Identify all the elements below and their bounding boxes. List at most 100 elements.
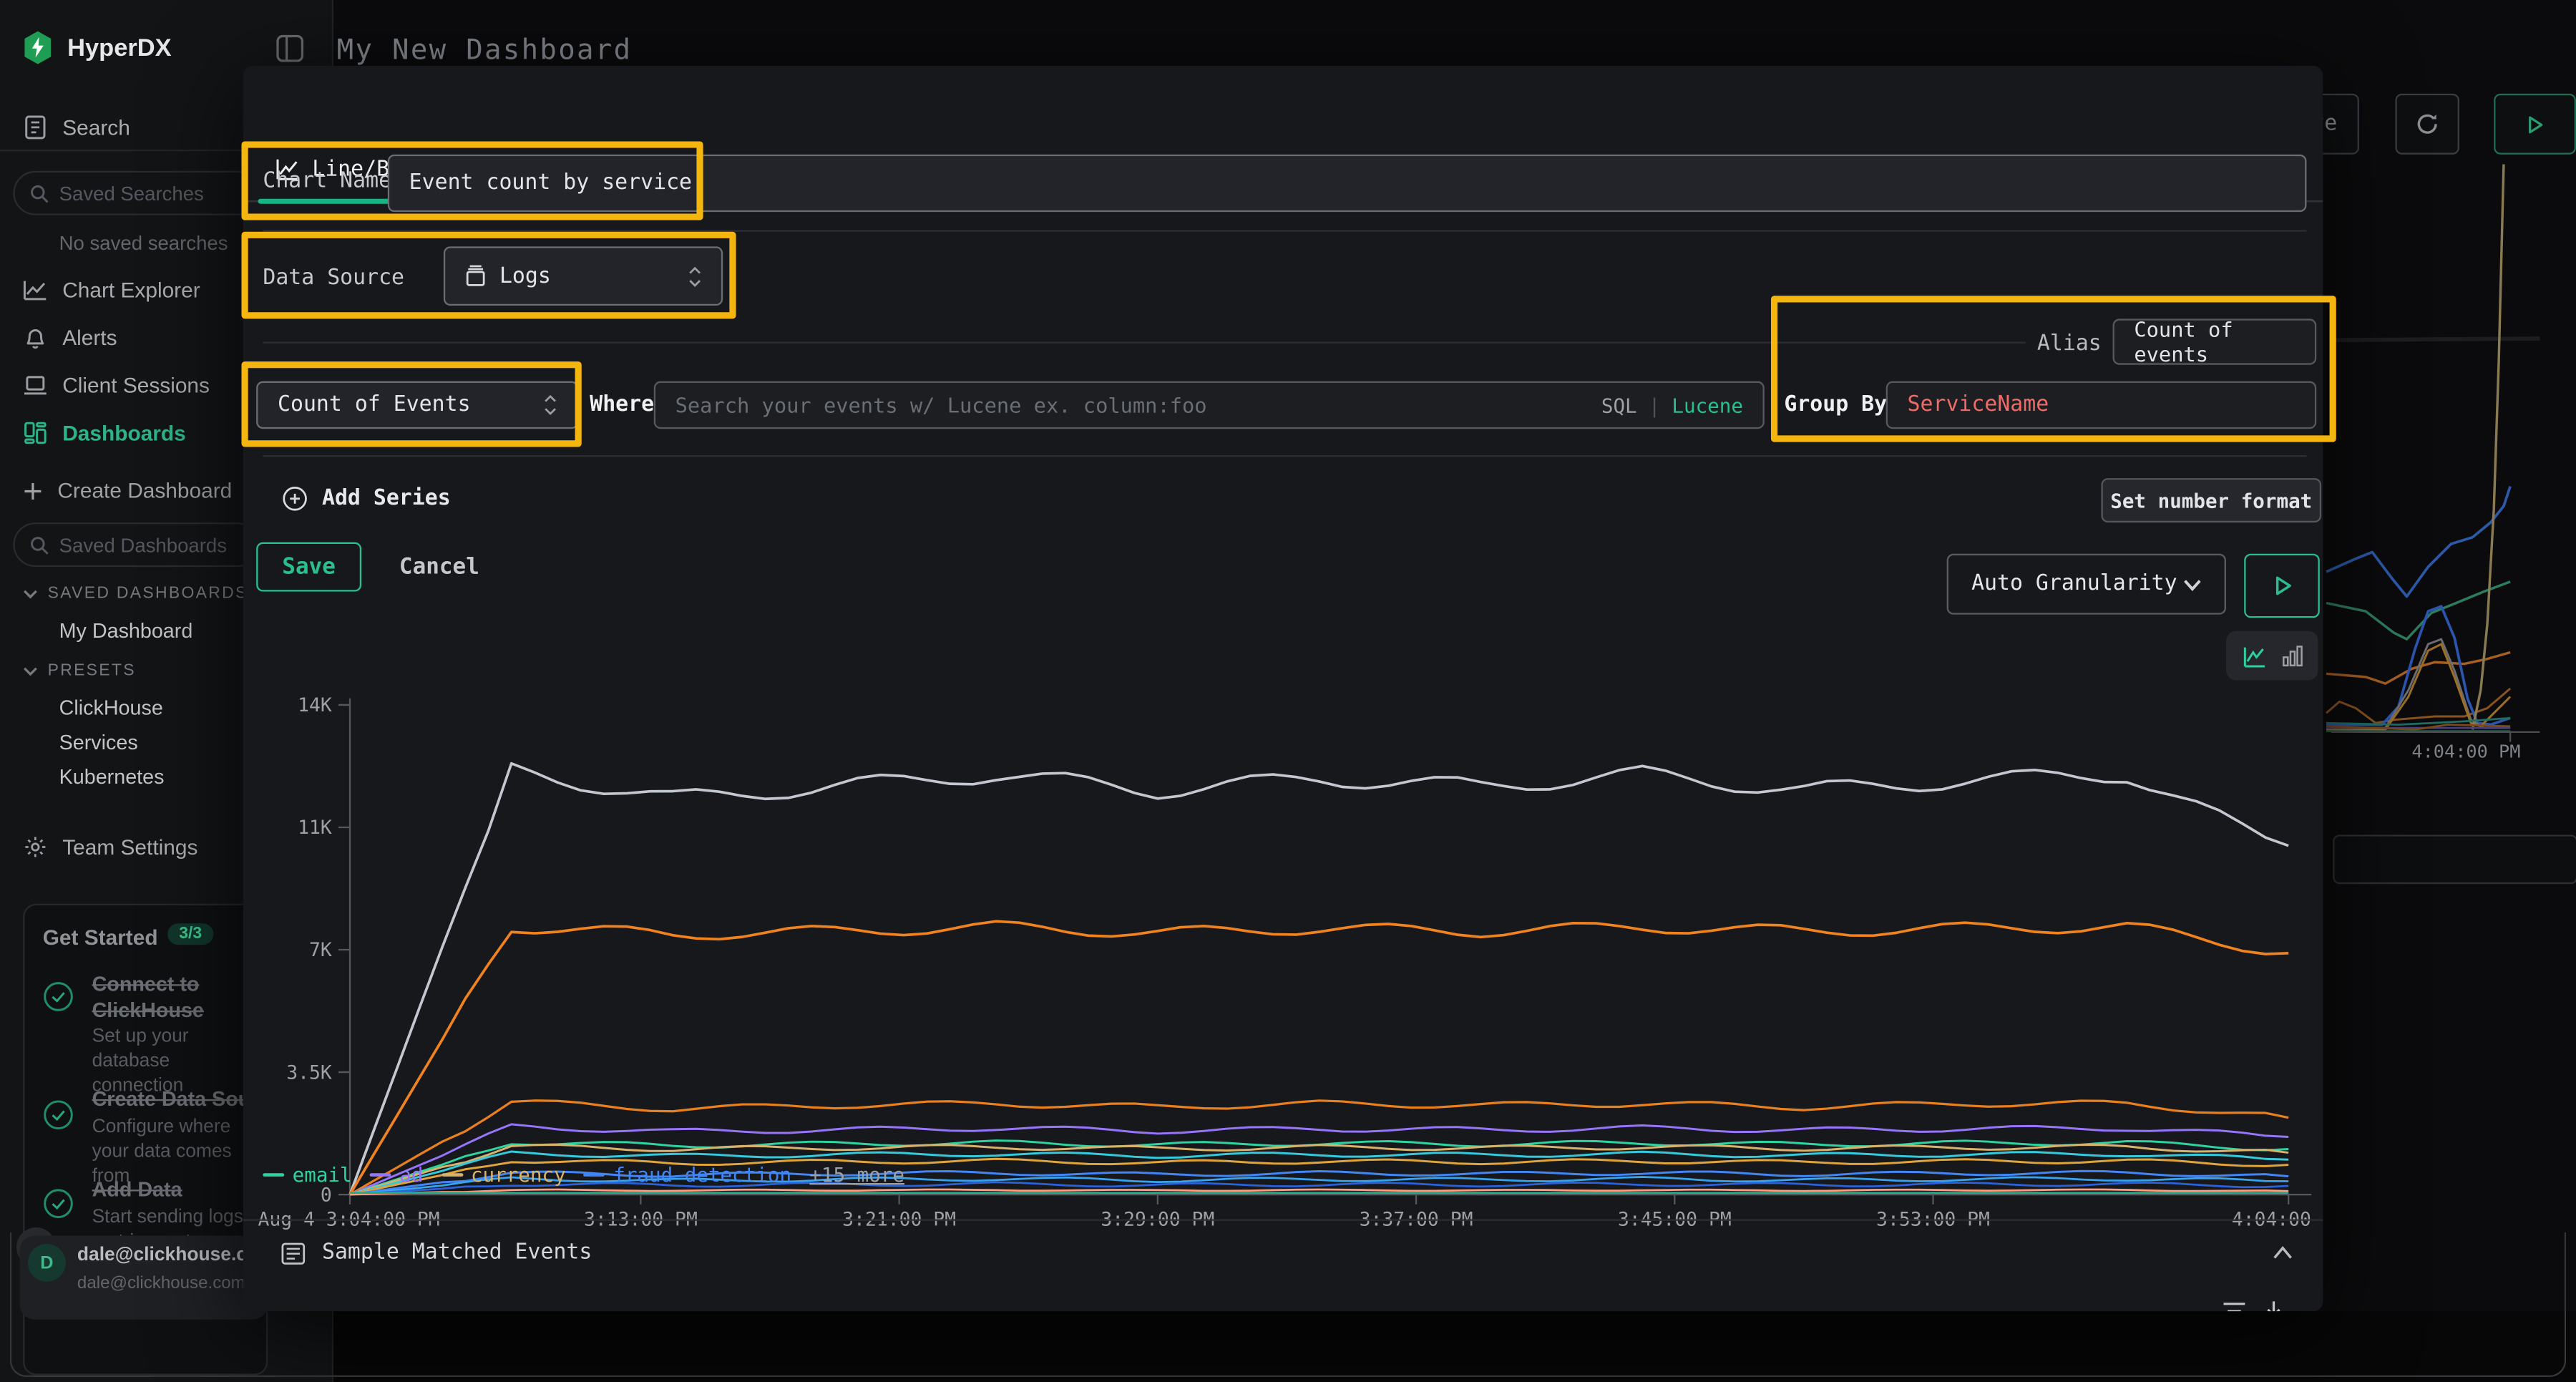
database-icon [465,265,487,288]
download-icon[interactable] [2262,1300,2285,1311]
lucene-mode-toggle[interactable]: Lucene [1672,394,1743,417]
event-count-line-chart: 03.5K7K11K14KAug 4 3:04:00 PM3:13:00 PM3… [243,624,2323,1232]
presets-section-label: PRESETS [48,662,136,680]
saved-searches-placeholder: Saved Searches [59,182,204,205]
hyperdx-logo-icon [23,31,52,64]
filter-icon[interactable] [2221,1300,2248,1311]
create-dashboard-button[interactable]: Create Dashboard [23,478,232,502]
chart-explorer-icon [23,278,47,302]
chart-name-input[interactable]: Event count by service [388,155,2307,212]
check-circle-icon [43,1099,74,1131]
sidebar-chart-explorer-label: Chart Explorer [62,278,200,302]
chart-legend: email ad currency fraud-detection +15 mo… [263,1163,904,1186]
where-search-input[interactable]: Search your events w/ Lucene ex. column:… [654,381,1765,429]
run-query-button[interactable] [2244,554,2320,618]
plus-circle-icon [283,487,307,511]
legend-item[interactable]: email [263,1163,351,1186]
refresh-button[interactable] [2395,94,2459,155]
legend-item[interactable]: currency [441,1163,566,1186]
group-by-label: Group By [1784,393,1887,417]
background-play-button[interactable] [2494,94,2576,155]
legend-label: email [293,1163,352,1186]
user-menu[interactable]: D dale@clickhouse.c dale@clickhouse.com'… [20,1236,268,1320]
sidebar-item-team-settings[interactable]: Team Settings [23,834,197,859]
chevron-down-icon [23,587,38,602]
row-divider [263,230,2306,231]
data-source-label: Data Source [263,266,404,291]
set-number-format-label: Set number format [2110,489,2312,512]
data-source-value: Logs [499,263,551,288]
aggregation-value: Count of Events [278,393,471,417]
series-divider [263,342,2026,344]
group-by-input[interactable]: ServiceName [1886,381,2317,429]
sidebar-item-services[interactable]: Services [59,731,138,754]
presets-section-header[interactable]: PRESETS [23,662,136,680]
get-started-title: Get Started [43,925,158,950]
background-time-input[interactable] [2333,834,2576,884]
chart-name-value: Event count by service [409,171,692,195]
chevron-down-icon [23,664,38,679]
brand: HyperDX [23,31,171,64]
sample-matched-events-header[interactable]: Sample Matched Events [281,1240,592,1265]
collapse-section-icon[interactable] [2272,1245,2293,1260]
where-placeholder: Search your events w/ Lucene ex. column:… [675,393,1207,417]
sidebar-item-my-dashboard[interactable]: My Dashboard [59,620,193,643]
set-number-format-button[interactable]: Set number format [2101,478,2321,522]
select-updown-icon [688,266,701,287]
sidebar-item-dashboards[interactable]: Dashboards [23,421,186,445]
saved-searches-input[interactable]: Saved Searches [13,171,259,215]
sql-mode-toggle[interactable]: SQL [1601,394,1637,417]
sidebar-client-sessions-label: Client Sessions [62,373,210,397]
add-series-button[interactable]: Add Series [283,487,451,511]
play-icon [2525,115,2545,135]
granularity-select[interactable]: Auto Granularity [1947,554,2226,615]
search-icon [29,183,49,203]
sidebar-team-settings-label: Team Settings [62,834,197,859]
legend-item[interactable]: ad [370,1163,424,1186]
sidebar-item-alerts[interactable]: Alerts [23,326,117,350]
saved-dashboards-section-label: SAVED DASHBOARDS [48,585,248,603]
app-root: My New Dashboard Save 4:04:00 PM HyperDX [0,0,2576,1382]
save-button[interactable]: Save [256,542,361,592]
avatar: D [28,1244,66,1282]
legend-dash [441,1173,463,1177]
svg-text:0: 0 [321,1184,332,1206]
page-bottom-strip [333,1311,2576,1382]
cancel-button[interactable]: Cancel [399,554,479,580]
saved-dashboards-section-header[interactable]: SAVED DASHBOARDS [23,585,248,603]
laptop-icon [23,373,47,397]
legend-dash [584,1173,605,1177]
alias-input[interactable]: Count of events [2113,318,2317,364]
data-source-select[interactable]: Logs [444,246,723,306]
chevron-down-icon [2183,578,2201,590]
select-updown-icon [544,394,557,416]
collapse-sidebar-icon[interactable] [276,34,304,62]
saved-dashboards-input[interactable]: Saved Dashboards [13,522,259,567]
sidebar-item-kubernetes[interactable]: Kubernetes [59,766,165,789]
get-started-item-title[interactable]: Connect to ClickHouse [92,971,257,1023]
legend-item[interactable]: fraud-detection [584,1163,791,1186]
legend-more-link[interactable]: +15 more [809,1163,904,1186]
background-line-chart [2323,148,2576,772]
get-started-item-title[interactable]: Create Data Source [92,1086,268,1113]
search-icon [29,535,49,555]
dashboards-icon [23,421,47,445]
no-saved-searches-text: No saved searches [59,232,228,255]
get-started-item-title[interactable]: Add Data [92,1177,257,1203]
sidebar-item-search[interactable]: Search [23,115,130,140]
svg-text:7K: 7K [309,939,332,961]
chart-name-label: Chart Name [263,169,391,193]
sidebar-item-client-sessions[interactable]: Client Sessions [23,373,210,397]
legend-label: fraud-detection [613,1163,791,1186]
bell-icon [23,326,47,350]
brand-label: HyperDX [67,34,171,62]
alias-value: Count of events [2134,317,2295,366]
sidebar-item-clickhouse[interactable]: ClickHouse [59,696,163,719]
sidebar-item-chart-explorer[interactable]: Chart Explorer [23,278,200,302]
refresh-icon [2415,112,2439,136]
granularity-value: Auto Granularity [1971,572,2177,596]
create-dashboard-label: Create Dashboard [57,478,232,502]
check-circle-icon [43,1188,74,1220]
gear-icon [23,834,47,859]
aggregation-select[interactable]: Count of Events [256,381,578,429]
